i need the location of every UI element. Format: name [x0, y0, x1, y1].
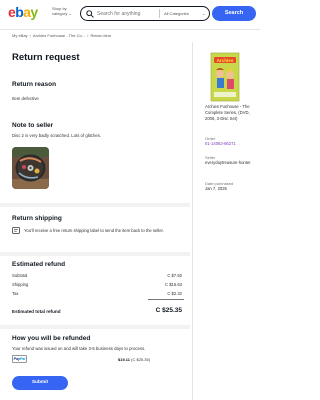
- return-reason-value: Item defective: [12, 96, 39, 101]
- chevron-down-icon: ⌄: [202, 10, 206, 16]
- estimated-refund-heading: Estimated refund: [12, 261, 66, 268]
- seller-name[interactable]: everydaytreasure-hunter: [205, 160, 257, 166]
- category-select[interactable]: All Categories: [164, 11, 189, 16]
- return-reason-heading: Return reason: [12, 81, 57, 88]
- search-bar: Search for anything All Categories ⌄: [80, 6, 210, 21]
- order-number-link[interactable]: 01-14063-66271: [205, 141, 257, 147]
- refund-row-label: Tax: [12, 291, 19, 296]
- refund-row-value: C $7.50: [167, 273, 182, 278]
- refund-row-value: C $2.32: [167, 291, 182, 296]
- refund-method-heading: How you will be refunded: [12, 335, 91, 342]
- shop-by-category[interactable]: Shop by category ⌄: [52, 6, 72, 16]
- refund-row-value: C $15.63: [165, 282, 182, 287]
- logo-letter: b: [15, 4, 24, 20]
- ebay-logo[interactable]: ebay: [8, 5, 38, 19]
- refund-row-label: Subtotal: [12, 273, 28, 278]
- breadcrumb: My eBay › Archies Funhouse - The Co... › Ret…: [12, 33, 111, 38]
- search-input[interactable]: Search for anything: [97, 11, 140, 17]
- refund-amount-usd: $19.11: [118, 357, 131, 362]
- paypal-logo-part: Pal: [20, 357, 26, 361]
- refund-row-label: Shipping: [12, 282, 29, 287]
- shop-by-line: category: [52, 10, 68, 16]
- chevron-down-icon: ⌄: [68, 10, 72, 16]
- shipping-label-icon: [12, 227, 20, 234]
- return-shipping-heading: Return shipping: [12, 215, 62, 222]
- breadcrumb-item: Return item: [90, 33, 112, 38]
- note-to-seller-value: Disc 2 is very badly scratched. Lots of …: [12, 133, 102, 138]
- svg-text:Archies: Archies: [217, 58, 234, 63]
- submit-button[interactable]: Submit: [12, 376, 68, 390]
- item-title[interactable]: Archies Funhouse - The Complete Series, …: [205, 104, 257, 122]
- note-to-seller-heading: Note to seller: [12, 122, 54, 129]
- breadcrumb-item[interactable]: My eBay: [12, 33, 28, 38]
- section-divider: [0, 203, 190, 207]
- refund-method-text: Your refund was issued on and will take …: [12, 346, 146, 351]
- item-cover-image[interactable]: Archies: [203, 52, 247, 102]
- return-shipping-text: You'll receive a free return shipping la…: [24, 228, 164, 233]
- site-header: ebay Shop by category ⌄ Search for anyth…: [0, 0, 260, 30]
- section-divider: [0, 325, 190, 329]
- refund-amount: $19.11 (C $25.35): [118, 357, 150, 362]
- logo-letter: y: [30, 4, 38, 20]
- page-title: Return request: [12, 52, 80, 63]
- search-icon: [86, 9, 94, 18]
- section-divider: [0, 252, 190, 256]
- disc-photo[interactable]: [12, 147, 49, 189]
- breadcrumb-item[interactable]: Archies Funhouse - The Co...: [33, 33, 85, 38]
- panel-divider: [192, 42, 193, 400]
- total-refund-value: C $25.35: [155, 307, 182, 314]
- total-rule: [148, 299, 184, 300]
- paypal-logo: PayPal: [12, 355, 27, 363]
- search-button[interactable]: Search: [212, 6, 256, 21]
- search-divider: [159, 9, 160, 18]
- refund-amount-cad: (C $25.35): [131, 357, 151, 362]
- breadcrumb-separator: ›: [29, 33, 31, 38]
- breadcrumb-separator: ›: [87, 33, 89, 38]
- total-refund-label: Estimated total refund: [12, 309, 61, 314]
- date-purchased-value: Jan 7, 2026: [205, 186, 227, 191]
